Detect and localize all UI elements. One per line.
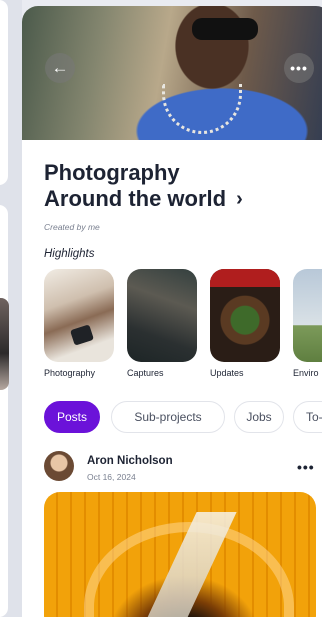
project-title[interactable]: Photography Around the world › — [44, 160, 304, 212]
highlight-thumbnail — [127, 269, 197, 362]
ellipsis-icon: ••• — [290, 60, 308, 76]
avatar[interactable] — [44, 451, 74, 481]
chevron-right-icon: › — [236, 188, 243, 210]
highlight-caption: Updates — [210, 368, 244, 378]
previous-card-top — [0, 0, 8, 185]
tab-sub-projects[interactable]: Sub-projects — [111, 401, 225, 433]
more-options-button[interactable]: ••• — [284, 53, 314, 83]
post-image[interactable] — [44, 492, 316, 617]
project-card: ← ••• Photography Around the world › Cre… — [22, 6, 322, 617]
arrow-left-icon: ← — [51, 58, 69, 77]
hero-image-detail — [192, 18, 258, 40]
highlight-caption: Enviro — [293, 368, 319, 378]
highlights-heading: Highlights — [44, 248, 95, 260]
post-header: Aron Nicholson Oct 16, 2024 ••• — [44, 451, 322, 487]
tab-posts[interactable]: Posts — [44, 401, 100, 433]
highlight-thumbnail — [293, 269, 322, 362]
highlight-caption: Photography — [44, 368, 96, 378]
project-title-line2: Around the world — [44, 186, 227, 211]
post-author-name[interactable]: Aron Nicholson — [87, 455, 173, 467]
hero-image-detail — [162, 84, 242, 134]
previous-card-photo — [0, 298, 9, 390]
project-tabs: Posts Sub-projects Jobs To-dos — [44, 401, 322, 433]
back-button[interactable]: ← — [45, 53, 75, 83]
highlights-carousel: Photography Captures Updates Enviro — [44, 269, 322, 389]
created-by-label: Created by me — [44, 222, 100, 232]
project-title-line1: Photography — [44, 160, 180, 185]
hero-image: ← ••• — [22, 6, 322, 140]
highlight-item-updates[interactable]: Updates — [210, 269, 280, 378]
ellipsis-icon: ••• — [297, 459, 315, 475]
previous-card-bottom — [0, 205, 8, 617]
highlight-thumbnail — [44, 269, 114, 362]
highlight-item-environment[interactable]: Enviro — [293, 269, 322, 378]
highlight-thumbnail — [210, 269, 280, 362]
tab-to-dos[interactable]: To-dos — [293, 401, 322, 433]
highlight-item-photography[interactable]: Photography — [44, 269, 114, 378]
highlight-item-captures[interactable]: Captures — [127, 269, 197, 378]
highlight-caption: Captures — [127, 368, 164, 378]
post-more-options-button[interactable]: ••• — [297, 459, 315, 475]
tab-jobs[interactable]: Jobs — [234, 401, 284, 433]
post-date: Oct 16, 2024 — [87, 472, 136, 482]
